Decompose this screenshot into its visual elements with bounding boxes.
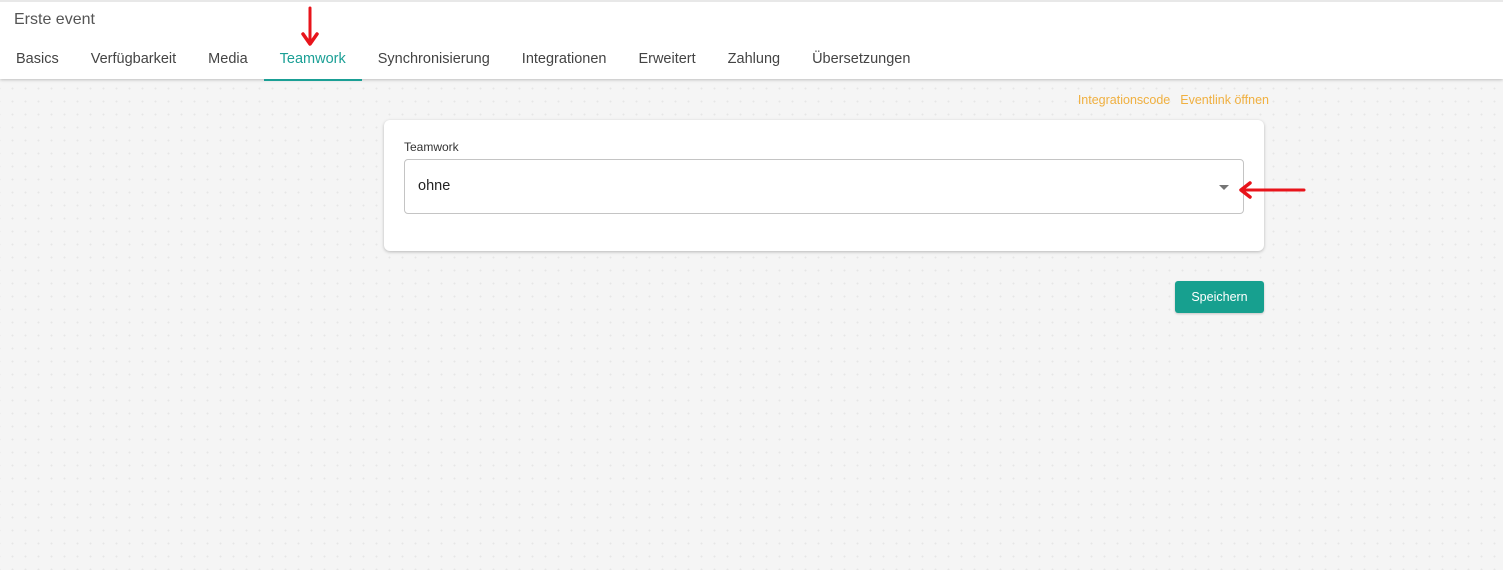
event-links: Integrationscode Eventlink öffnen [1078, 93, 1269, 107]
tab-synchronisierung[interactable]: Synchronisierung [362, 36, 506, 81]
tab-verfuegbarkeit[interactable]: Verfügbarkeit [75, 36, 192, 81]
tab-uebersetzungen[interactable]: Übersetzungen [796, 36, 926, 81]
tab-basics[interactable]: Basics [0, 36, 75, 81]
caret-down-icon [1219, 185, 1229, 190]
teamwork-card: Teamwork ohne [384, 120, 1264, 251]
integration-code-link[interactable]: Integrationscode [1078, 93, 1170, 107]
open-event-link[interactable]: Eventlink öffnen [1180, 93, 1269, 107]
teamwork-select[interactable]: ohne [404, 159, 1244, 214]
teamwork-select-value: ohne [418, 178, 451, 194]
top-app-bar: Erste event Basics Verfügbarkeit Media T… [0, 0, 1503, 81]
annotation-arrow-left-icon [1239, 181, 1306, 199]
save-button[interactable]: Speichern [1175, 281, 1264, 313]
tab-bar: Basics Verfügbarkeit Media Teamwork Sync… [0, 36, 926, 81]
tab-erweitert[interactable]: Erweitert [622, 36, 711, 81]
tab-integrationen[interactable]: Integrationen [506, 36, 623, 81]
teamwork-field-label: Teamwork [404, 140, 459, 154]
tab-media[interactable]: Media [192, 36, 264, 81]
tab-zahlung[interactable]: Zahlung [712, 36, 796, 81]
page-title: Erste event [14, 11, 95, 28]
annotation-arrow-down-icon [301, 6, 319, 46]
